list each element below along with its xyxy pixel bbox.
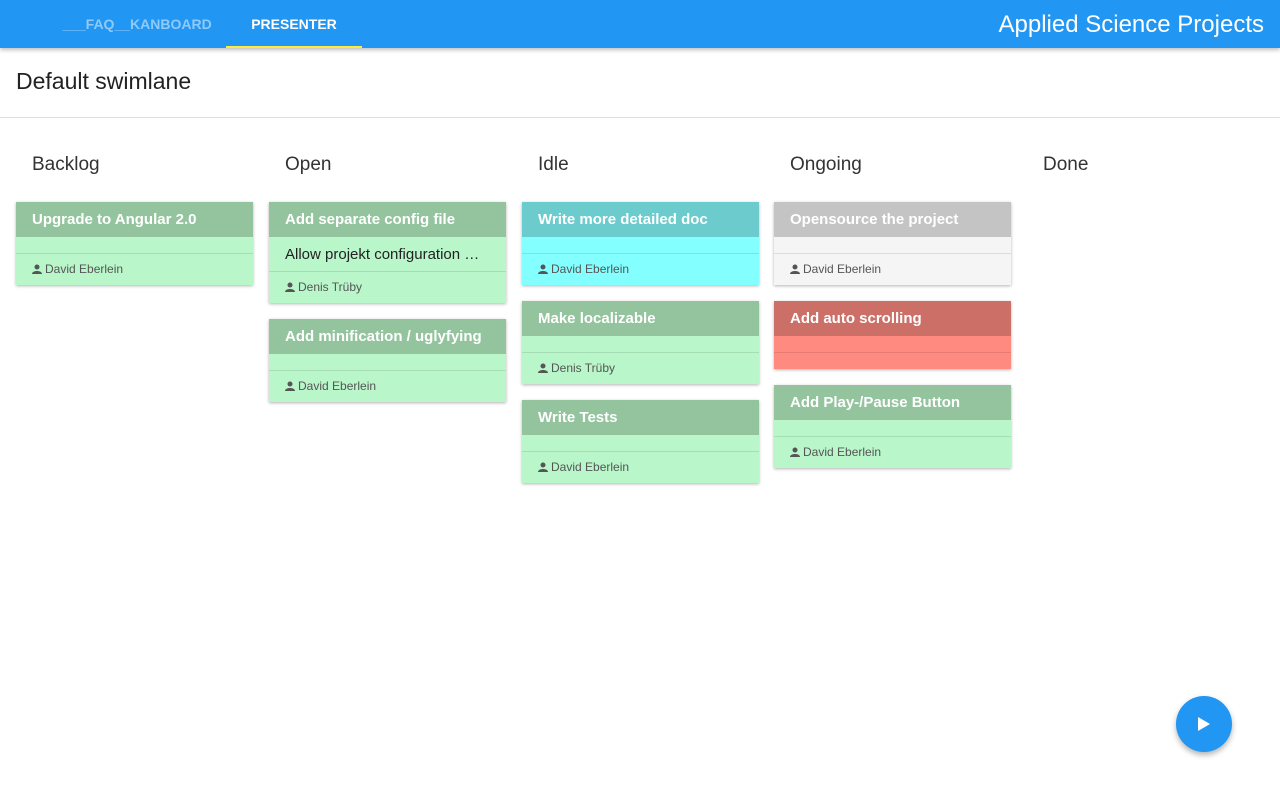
tab-presenter-label: PRESENTER <box>251 16 337 32</box>
tab-presenter[interactable]: PRESENTER <box>226 0 362 48</box>
active-tab-indicator <box>226 46 362 48</box>
card-assignee: David Eberlein <box>269 371 506 402</box>
tab-faq-kanboard[interactable]: ___FAQ__KANBOARD <box>52 0 222 48</box>
card-title: Write more detailed doc <box>522 202 759 237</box>
card-description <box>774 336 1011 353</box>
card-title: Add separate config file <box>269 202 506 237</box>
swimlane-title: Default swimlane <box>16 68 192 94</box>
column-backlog: Backlog Upgrade to Angular 2.0 David Ebe… <box>16 150 253 301</box>
task-card[interactable]: Add separate config file Allow projekt c… <box>269 202 506 303</box>
card-assignee: Denis Trüby <box>522 353 759 384</box>
task-card[interactable]: Upgrade to Angular 2.0 David Eberlein <box>16 202 253 285</box>
task-card[interactable]: Add minification / uglyfying David Eberl… <box>269 319 506 402</box>
assignee-name: David Eberlein <box>551 460 630 474</box>
task-card[interactable]: Add auto scrolling <box>774 301 1011 369</box>
card-title: Upgrade to Angular 2.0 <box>16 202 253 237</box>
assignee-name: David Eberlein <box>803 262 882 276</box>
assignee-name: Denis Trüby <box>551 361 616 375</box>
card-title: Add minification / uglyfying <box>269 319 506 354</box>
column-header: Done <box>1043 154 1089 175</box>
user-icon <box>32 264 42 274</box>
card-title: Write Tests <box>522 400 759 435</box>
column-ongoing: Ongoing Opensource the project David Ebe… <box>774 150 1011 484</box>
user-icon <box>538 462 548 472</box>
card-title: Add auto scrolling <box>774 301 1011 336</box>
card-title: Opensource the project <box>774 202 1011 237</box>
assignee-name: David Eberlein <box>45 262 124 276</box>
assignee-name: David Eberlein <box>298 379 377 393</box>
card-assignee: David Eberlein <box>522 254 759 285</box>
column-header: Backlog <box>32 154 100 175</box>
app-title: Applied Science Projects <box>998 11 1264 38</box>
assignee-name: Denis Trüby <box>298 280 363 294</box>
card-description <box>522 237 759 254</box>
card-assignee: David Eberlein <box>774 254 1011 285</box>
card-description <box>522 336 759 353</box>
user-icon <box>790 264 800 274</box>
column-header: Open <box>285 154 332 175</box>
card-title: Make localizable <box>522 301 759 336</box>
card-assignee <box>774 353 1011 369</box>
column-idle: Idle Write more detailed doc David Eberl… <box>522 150 759 499</box>
column-header: Idle <box>538 154 569 175</box>
assignee-name: David Eberlein <box>803 445 882 459</box>
assignee-name: David Eberlein <box>551 262 630 276</box>
card-description: Allow projekt configuration … <box>269 237 506 272</box>
task-card[interactable]: Add Play-/Pause Button David Eberlein <box>774 385 1011 468</box>
card-description <box>16 237 253 254</box>
card-assignee: Denis Trüby <box>269 272 506 303</box>
user-icon <box>285 381 295 391</box>
task-card[interactable]: Opensource the project David Eberlein <box>774 202 1011 285</box>
column-open: Open Add separate config file Allow proj… <box>269 150 506 418</box>
top-app-bar: ___FAQ__KANBOARD PRESENTER Applied Scien… <box>0 0 1280 48</box>
play-button[interactable] <box>1176 696 1232 752</box>
swimlane-divider <box>0 117 1280 118</box>
task-card[interactable]: Make localizable Denis Trüby <box>522 301 759 384</box>
tab-faq-kanboard-label: ___FAQ__KANBOARD <box>62 16 212 32</box>
user-icon <box>790 447 800 457</box>
user-icon <box>538 264 548 274</box>
card-description <box>269 354 506 371</box>
card-title: Add Play-/Pause Button <box>774 385 1011 420</box>
card-description <box>774 237 1011 254</box>
card-assignee: David Eberlein <box>774 437 1011 468</box>
card-assignee: David Eberlein <box>522 452 759 483</box>
task-card[interactable]: Write more detailed doc David Eberlein <box>522 202 759 285</box>
user-icon <box>538 363 548 373</box>
card-description <box>774 420 1011 437</box>
column-done: Done <box>1027 150 1264 202</box>
task-card[interactable]: Write Tests David Eberlein <box>522 400 759 483</box>
user-icon <box>285 282 295 292</box>
column-header: Ongoing <box>790 154 862 175</box>
card-description <box>522 435 759 452</box>
play-icon <box>1198 717 1210 731</box>
card-assignee: David Eberlein <box>16 254 253 285</box>
